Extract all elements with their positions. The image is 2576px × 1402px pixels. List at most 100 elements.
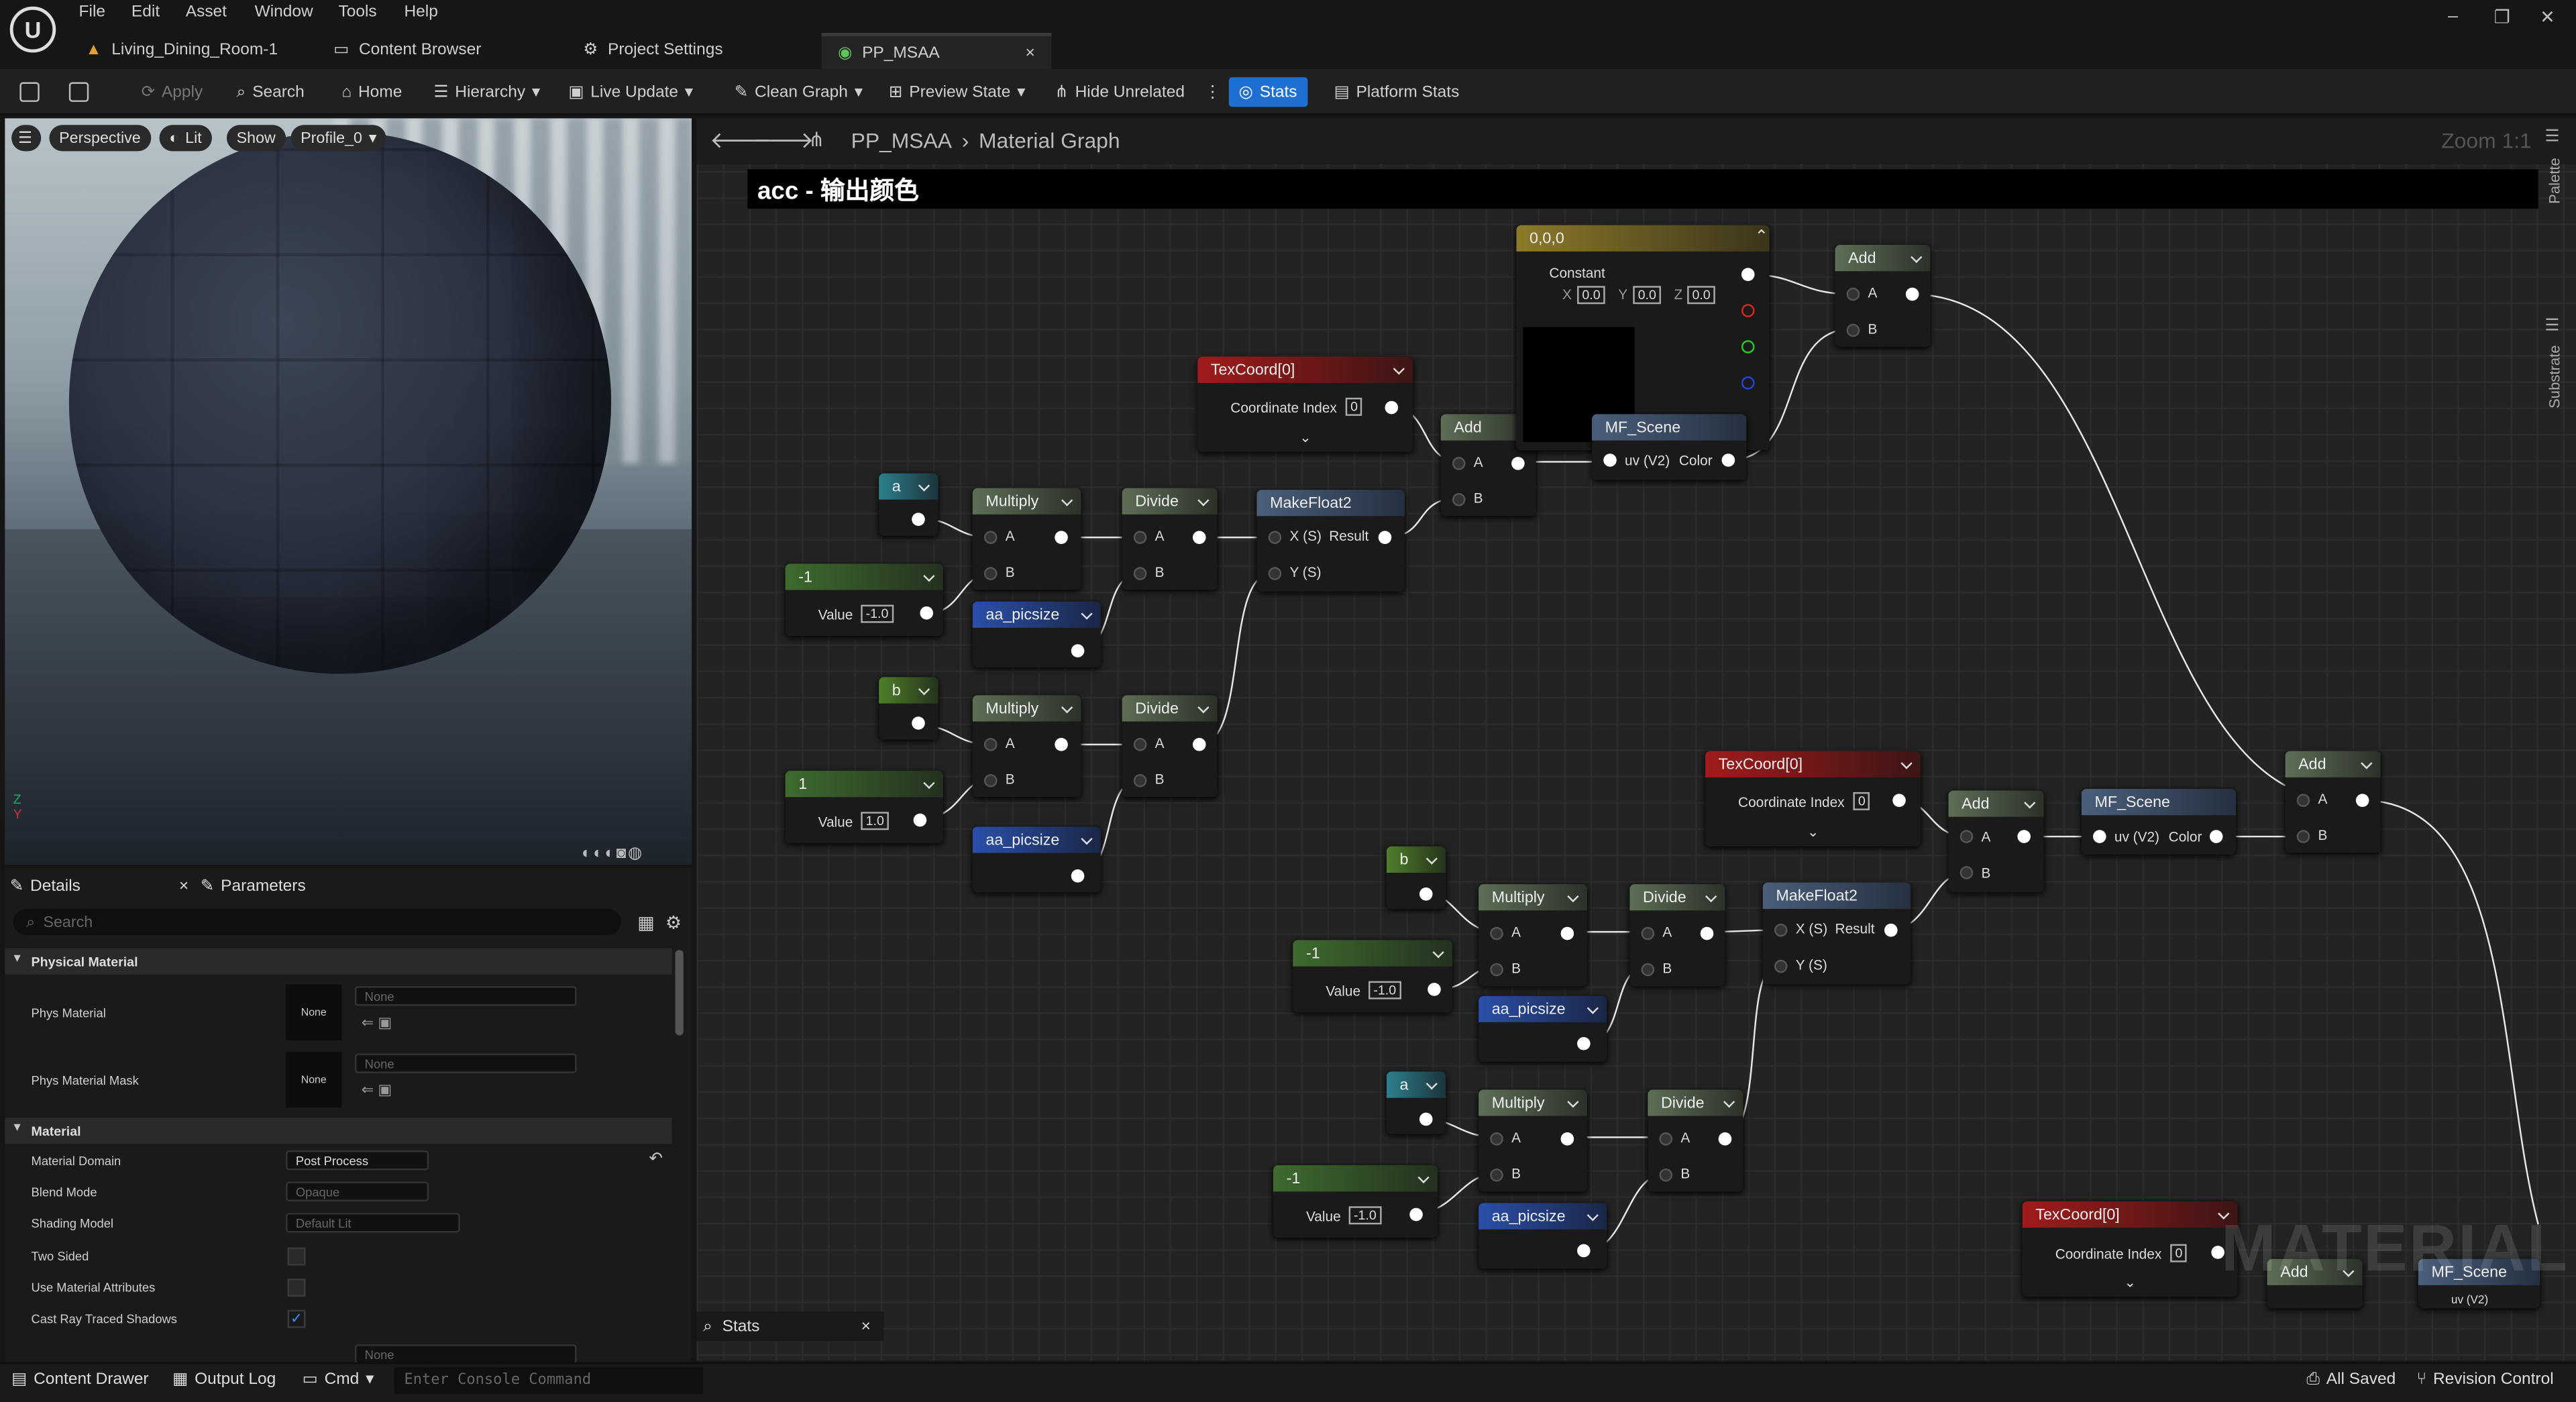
input-pin-b[interactable] [1641,963,1655,977]
output-pin[interactable] [1560,1132,1574,1146]
section-material[interactable]: Material [5,1118,672,1144]
input-pin-uv[interactable] [2093,830,2106,843]
menu-edit[interactable]: Edit [131,3,160,21]
menu-file[interactable]: File [79,3,105,21]
multiply-node[interactable]: Multiply A B [972,695,1081,798]
mf-scene-node[interactable]: MF_Scene uv (V2) Color [1592,414,1747,480]
input-pin-b[interactable] [1960,866,1974,879]
divide-node[interactable]: Divide A B [1122,695,1218,798]
palette-icon[interactable]: ☰ [2545,128,2560,146]
add-node[interactable]: Add A B [2285,751,2381,853]
more-icon[interactable]: ⋮ [1204,83,1220,101]
input-pin-a[interactable] [1490,1132,1503,1146]
add-node[interactable]: Add A B [1948,790,2044,893]
stats-button[interactable]: ◎ Stats [1228,77,1307,107]
input-pin-x[interactable] [1268,531,1282,544]
z-field[interactable]: 0.0 [1687,286,1716,305]
output-pin[interactable] [1419,1112,1433,1126]
output-pin[interactable] [1721,453,1735,467]
input-pin-a[interactable] [1490,926,1503,940]
divide-node[interactable]: Divide A B [1629,884,1725,986]
phys-material-mask-dropdown[interactable]: None [354,1053,577,1073]
section-physical-material[interactable]: Physical Material [5,948,672,975]
profile-dropdown[interactable]: Profile_0 ▾ [290,125,387,152]
table-view-icon[interactable]: ▦ [637,912,654,933]
makefloat2-node[interactable]: MakeFloat2 X (S) Result Y (S) [1762,882,1911,985]
shading-model-dropdown[interactable]: Default Lit [286,1213,460,1233]
value-field[interactable]: -1.0 [1368,981,1401,1000]
texcoord-node[interactable]: TexCoord[0] Coordinate Index 0 ⌄ [2022,1201,2238,1297]
close-icon[interactable]: × [1026,44,1035,62]
content-drawer-button[interactable]: ▤ Content Drawer [11,1370,148,1389]
live-update-button[interactable]: ▣ Live Update ▾ [568,77,693,107]
input-pin-a[interactable] [2296,794,2310,807]
constant-node-neg1[interactable]: -1 Value -1.0 [785,563,943,637]
scalar-param-node-b[interactable]: b [1386,846,1446,909]
scalar-param-node-a[interactable]: a [1386,1071,1446,1134]
substrate-tab[interactable]: Substrate [2546,345,2563,409]
collapse-chevron-icon[interactable]: ⌃ [1755,229,1769,247]
cast-ray-traced-shadows-checkbox[interactable]: ✓ [287,1309,306,1328]
input-pin-y[interactable] [1774,959,1788,973]
breadcrumb-asset[interactable]: PP_MSAA [851,128,952,153]
preview-state-button[interactable]: ⊞ Preview State ▾ [889,77,1026,107]
input-pin-b[interactable] [983,567,998,580]
output-pin[interactable] [913,813,927,827]
scalar-param-node-b[interactable]: b [879,677,938,740]
mf-scene-node[interactable]: MF_Scene uv (V2) Color [2081,789,2237,855]
value-field[interactable]: -1.0 [1348,1206,1382,1225]
menu-help[interactable]: Help [404,3,437,21]
substrate-icon[interactable]: ☰ [2545,317,2560,335]
input-pin-a[interactable] [1133,738,1147,751]
expand-chevron-icon[interactable]: ⌄ [1299,429,1311,447]
apply-button[interactable]: ⟳ Apply [142,77,203,107]
multiply-node[interactable]: Multiply A B [972,488,1081,590]
output-pin[interactable] [1419,887,1433,901]
output-pin[interactable] [1905,287,1919,301]
comment-box-title[interactable]: acc - 输出颜色 [747,169,2538,209]
output-pin[interactable] [1192,738,1206,751]
texcoord-node[interactable]: TexCoord[0] Coordinate Index 0 ⌄ [1705,751,1921,847]
y-field[interactable]: 0.0 [1633,286,1662,305]
output-pin[interactable] [1192,531,1206,544]
menu-tools[interactable]: Tools [338,3,376,21]
hide-unrelated-button[interactable]: ⋔ Hide Unrelated ⋮ [1055,77,1221,107]
use-asset-icon[interactable]: ⇐ ▣ [362,1014,392,1032]
output-pin[interactable] [1378,531,1392,544]
output-pin[interactable] [912,513,925,526]
coord-index-field[interactable]: 0 [1345,397,1363,416]
browse-icon[interactable] [68,77,89,107]
use-asset-icon[interactable]: ⇐ ▣ [362,1081,392,1099]
input-pin-b[interactable] [983,773,998,788]
input-pin-a[interactable] [1960,830,1974,843]
tab-pp-msaa[interactable]: ◉ PP_MSAA × [821,33,1052,69]
output-pin[interactable] [1428,983,1441,996]
input-pin-x[interactable] [1774,923,1788,937]
restore-icon[interactable]: ❐ [2494,7,2510,28]
save-icon[interactable] [19,77,40,107]
tab-project-settings[interactable]: ⚙ Project Settings [583,33,722,66]
output-pin[interactable] [1577,1244,1591,1258]
output-pin[interactable] [1700,926,1714,940]
input-pin-b[interactable] [1452,493,1466,506]
settings-gear-icon[interactable]: ⚙ [665,912,682,933]
input-pin-b[interactable] [1846,323,1860,337]
tab-details[interactable]: ✎ Details × [10,869,189,902]
aa-picsize-param-node[interactable]: aa_picsize [1479,1203,1607,1269]
console-command-input[interactable]: Enter Console Command [394,1367,704,1394]
revision-control-button[interactable]: ⑂ Revision Control [2416,1370,2553,1389]
tab-living-dining-room[interactable]: ▲ Living_Dining_Room-1 [85,33,278,66]
add-node[interactable]: Add A B [1835,245,1931,347]
input-pin-uv[interactable] [1603,453,1617,467]
forward-arrow-icon[interactable]: 🡒 [753,127,814,155]
blend-mode-dropdown[interactable]: Opaque [286,1181,429,1201]
output-pin[interactable] [1892,794,1906,807]
output-pin[interactable] [1511,457,1525,470]
output-pin[interactable] [920,606,934,620]
constant-node-neg1[interactable]: -1 Value -1.0 [1293,940,1452,1013]
output-pin[interactable] [2017,830,2031,843]
output-pin[interactable] [1718,1132,1732,1146]
divide-node[interactable]: Divide A B [1648,1089,1743,1192]
menu-window[interactable]: Window [255,3,313,21]
search-button[interactable]: ⌕ Search [237,77,305,107]
